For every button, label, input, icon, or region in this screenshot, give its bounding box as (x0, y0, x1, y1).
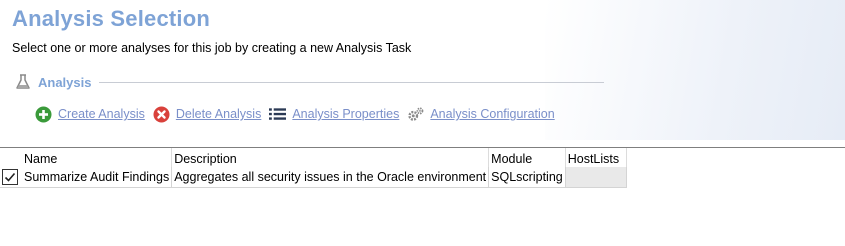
checkmark-icon (4, 172, 16, 182)
analysis-grid: Name Description Module HostLists Summar… (0, 147, 845, 188)
row-name-cell[interactable]: Summarize Audit Findings (22, 167, 173, 188)
column-header-module[interactable]: Module (488, 148, 566, 167)
column-header-name[interactable]: Name (22, 148, 173, 167)
checkbox-column-header (0, 148, 22, 167)
row-checkbox[interactable] (2, 169, 18, 185)
analysis-toolbar: Create Analysis Delete Analysis Analysis… (35, 104, 563, 124)
column-header-hostlists[interactable]: HostLists (565, 148, 627, 167)
create-analysis-button[interactable]: Create Analysis (35, 106, 145, 123)
section-divider (99, 81, 604, 83)
row-checkbox-cell (0, 167, 22, 188)
analysis-properties-button[interactable]: Analysis Properties (269, 106, 399, 123)
gears-icon (407, 106, 424, 123)
background-gradient (545, 0, 845, 140)
row-description-cell[interactable]: Aggregates all security issues in the Or… (171, 167, 490, 188)
analysis-properties-label: Analysis Properties (292, 107, 400, 121)
row-module-cell[interactable]: SQLscripting (488, 167, 566, 188)
list-icon (269, 106, 287, 123)
analysis-section-header: Analysis (14, 72, 604, 92)
page-subtitle: Select one or more analyses for this job… (12, 41, 412, 55)
plus-circle-icon (35, 106, 52, 123)
x-circle-icon (153, 106, 170, 123)
column-header-description[interactable]: Description (171, 148, 490, 167)
create-analysis-label: Create Analysis (58, 107, 145, 121)
table-row[interactable]: Summarize Audit Findings Aggregates all … (0, 167, 627, 188)
table-header-row: Name Description Module HostLists (0, 148, 627, 167)
section-label: Analysis (38, 74, 92, 90)
analysis-table: Name Description Module HostLists Summar… (0, 148, 627, 188)
delete-analysis-button[interactable]: Delete Analysis (153, 106, 261, 123)
analysis-configuration-label: Analysis Configuration (430, 107, 555, 121)
row-hostlists-cell[interactable] (565, 167, 627, 188)
delete-analysis-label: Delete Analysis (175, 107, 262, 121)
page-title: Analysis Selection (12, 6, 211, 31)
flask-icon (16, 74, 30, 89)
analysis-configuration-button[interactable]: Analysis Configuration (407, 106, 555, 123)
